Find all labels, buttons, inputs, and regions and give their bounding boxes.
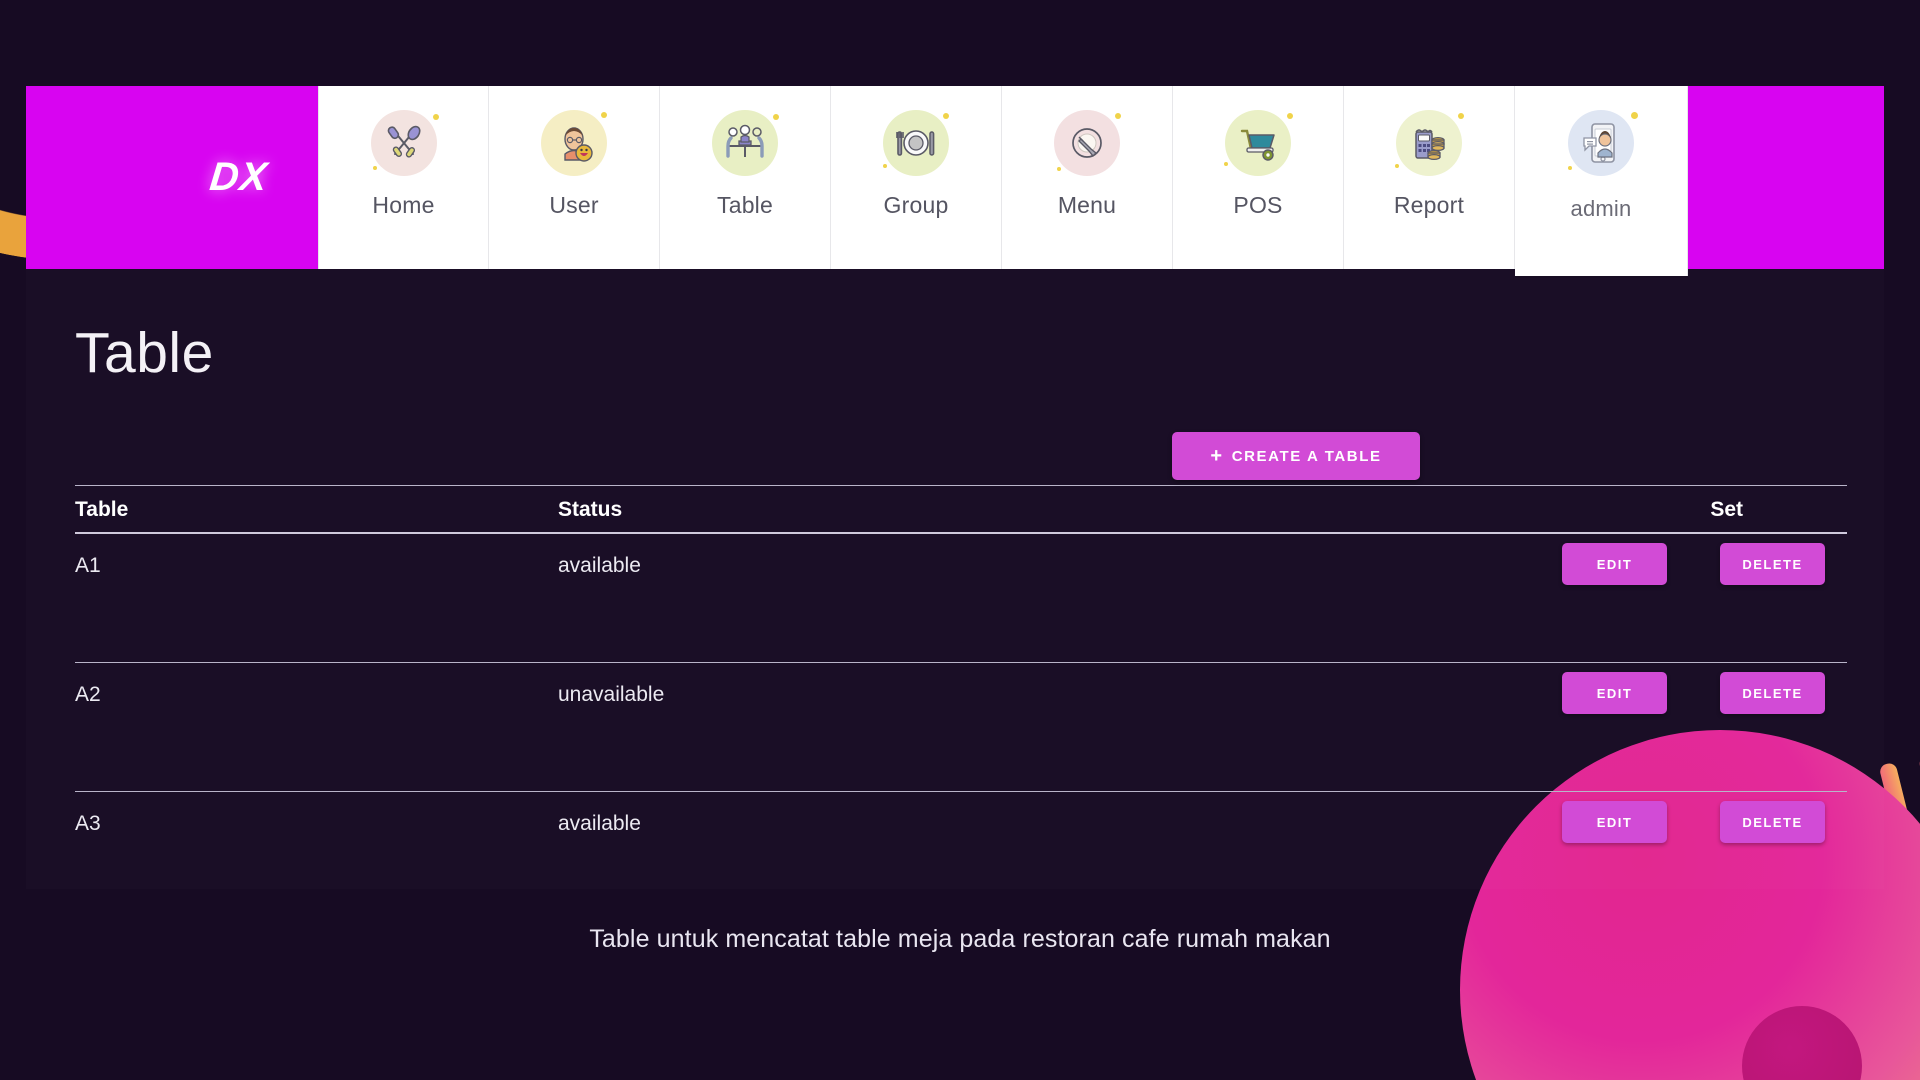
nav-tab-label: User (549, 192, 599, 218)
nav-tab-pos[interactable]: POS (1173, 86, 1344, 269)
mobile-profile-icon (1568, 110, 1638, 176)
calculator-coins-icon (1395, 110, 1464, 176)
table-row: A3 available EDIT DELETE (75, 792, 1847, 920)
plus-icon: + (1210, 445, 1224, 467)
delete-button[interactable]: DELETE (1720, 543, 1825, 585)
cell-table-name: A1 (75, 554, 101, 577)
nav-tab-label: Home (372, 192, 435, 218)
people-at-table-icon (712, 110, 779, 176)
delete-button[interactable]: DELETE (1720, 801, 1825, 843)
nav-tab-label: admin (1570, 196, 1632, 221)
edit-button[interactable]: EDIT (1562, 543, 1667, 585)
nav-tab-label: Report (1393, 192, 1465, 218)
create-table-button[interactable]: + CREATE A TABLE (1172, 432, 1420, 480)
fork-spoon-icon (370, 110, 439, 176)
cell-status: unavailable (558, 683, 665, 706)
user-avatar-icon (541, 110, 607, 176)
cell-table-name: A3 (75, 812, 101, 835)
create-table-label: CREATE A TABLE (1231, 447, 1382, 465)
shopping-cart-icon (1224, 110, 1293, 176)
column-header-set: Set (1710, 498, 1743, 521)
nav-tab-user[interactable]: User (489, 86, 660, 269)
nav-tab-menu[interactable]: Menu (1002, 86, 1173, 269)
nav-tab-group[interactable]: Group (831, 86, 1002, 269)
cell-status: available (558, 554, 641, 577)
nav-tab-label: Menu (1057, 192, 1117, 218)
nav-tab-label: Table (717, 192, 773, 218)
tables-list: Table Status Set A1 available EDIT DELET… (75, 485, 1847, 920)
column-header-status: Status (558, 498, 623, 521)
nav-tab-list: Home User Table Group Menu POS Report ad… (318, 86, 1688, 276)
app-root: DX Home User Table Group Menu POS Report… (0, 0, 1920, 1080)
table-header-row: Table Status Set (75, 486, 1847, 532)
cell-table-name: A2 (75, 683, 101, 706)
column-header-table: Table (75, 498, 129, 521)
nav-tab-table[interactable]: Table (660, 86, 831, 269)
brand-logo-text: DX (208, 155, 271, 199)
cell-status: available (558, 812, 641, 835)
delete-button[interactable]: DELETE (1720, 672, 1825, 714)
nav-tab-home[interactable]: Home (318, 86, 489, 269)
edit-button[interactable]: EDIT (1562, 801, 1667, 843)
edit-button[interactable]: EDIT (1562, 672, 1667, 714)
plate-cutlery-icon (883, 110, 949, 176)
table-row: A2 unavailable EDIT DELETE (75, 663, 1847, 791)
page-caption: Table untuk mencatat table meja pada res… (589, 925, 1331, 953)
brand-logo[interactable]: DX (26, 86, 318, 269)
top-navbar: DX Home User Table Group Menu POS Report… (26, 86, 1884, 276)
nav-tab-label: POS (1233, 192, 1283, 218)
table-row: A1 available EDIT DELETE (75, 534, 1847, 662)
plate-fork-icon (1054, 110, 1121, 176)
nav-tab-admin[interactable]: admin (1515, 86, 1688, 276)
nav-tab-label: Group (883, 192, 949, 218)
page-title: Table (75, 321, 214, 385)
nav-tab-report[interactable]: Report (1344, 86, 1515, 269)
